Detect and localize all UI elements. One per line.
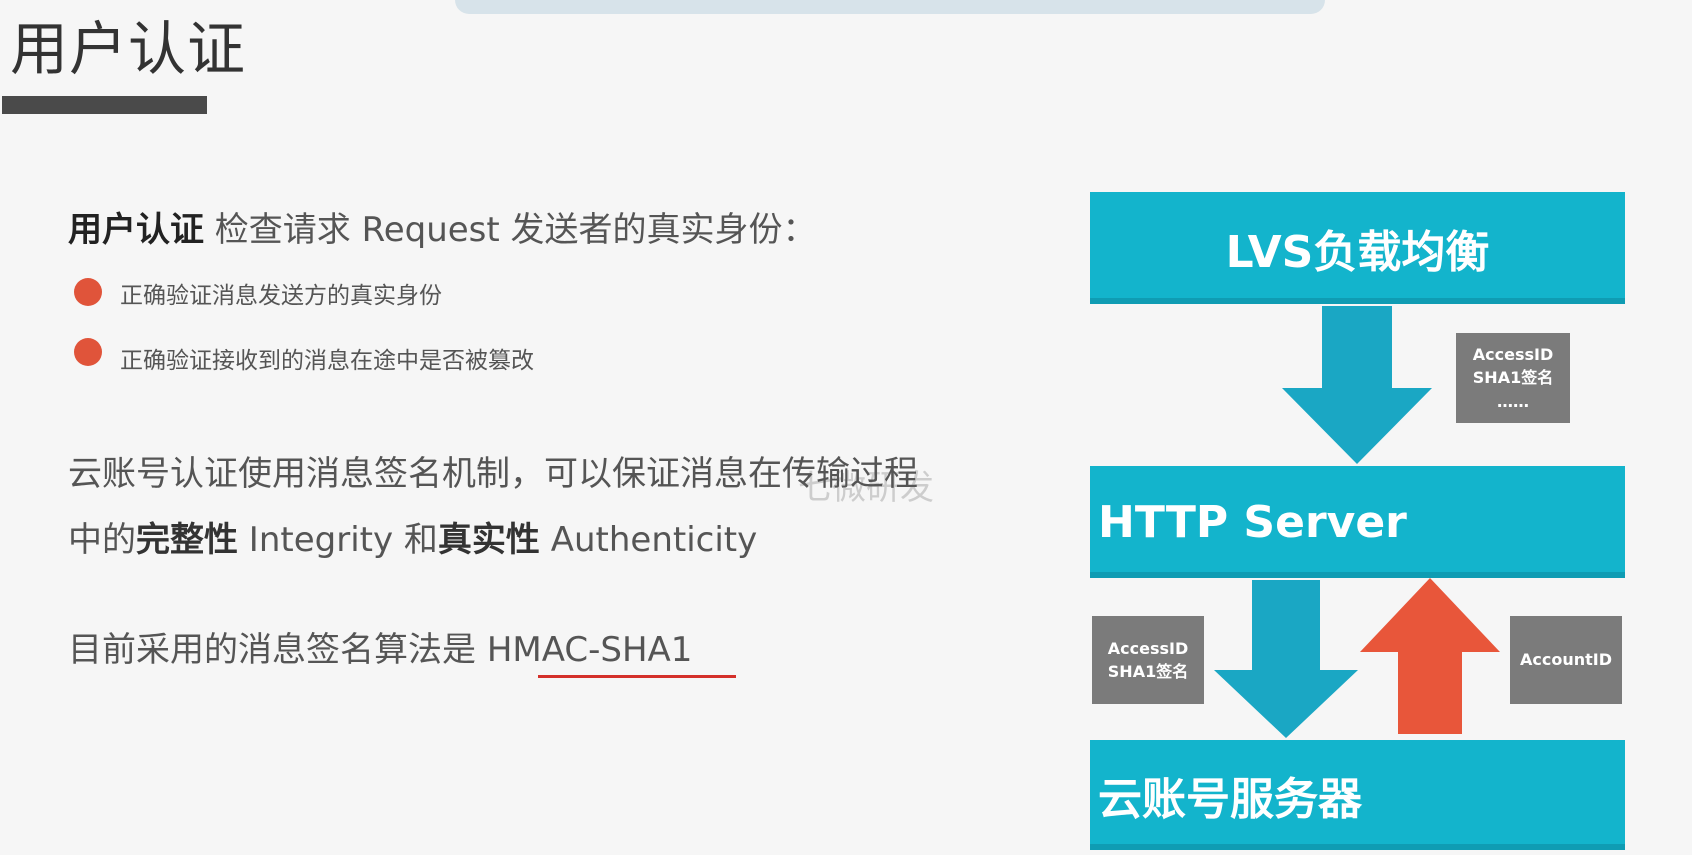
bullet-item-2: 正确验证接收到的消息在途中是否被篡改	[120, 348, 534, 374]
slide-title: 用户认证	[10, 15, 247, 83]
badge-line: AccountID	[1519, 650, 1612, 670]
bullet-dot-icon	[74, 338, 102, 366]
paragraph-text: 中的	[68, 520, 136, 560]
badge-line: AccessID	[1107, 638, 1189, 658]
bullet-item-1: 正确验证消息发送方的真实身份	[120, 283, 442, 309]
badge-line: ……	[1497, 391, 1529, 411]
title-underline-bar	[2, 96, 207, 114]
paragraph-text: Authenticity	[539, 520, 758, 560]
paragraph-line-2: 中的完整性 Integrity 和真实性 Authenticity	[68, 512, 757, 561]
cloud-account-server-block: 云账号服务器	[1090, 740, 1625, 850]
algorithm-name: HMAC-SHA1	[486, 630, 693, 670]
arrow-down-icon	[1282, 306, 1432, 464]
algorithm-line: 目前采用的消息签名算法是 HMAC-SHA1	[68, 622, 692, 671]
accessid-signature-badge: AccessID SHA1签名 ……	[1456, 333, 1570, 423]
accessid-signature-badge: AccessID SHA1签名	[1092, 616, 1204, 704]
term-integrity: 完整性	[136, 520, 238, 560]
algorithm-underline	[538, 675, 736, 678]
accountid-badge: AccountID	[1510, 616, 1622, 704]
intro-line: 用户认证 检查请求 Request 发送者的真实身份：	[68, 202, 817, 251]
arrow-down-icon	[1214, 580, 1358, 738]
top-decoration-strip	[455, 0, 1325, 14]
term-authenticity: 真实性	[437, 520, 540, 560]
intro-text: 检查请求 Request 发送者的真实身份：	[204, 210, 817, 250]
algorithm-prefix: 目前采用的消息签名算法是	[68, 630, 487, 670]
bullet-dot-icon	[74, 278, 102, 306]
paragraph-text: Integrity 和	[238, 520, 438, 560]
badge-line: SHA1签名	[1107, 662, 1189, 681]
intro-bold-term: 用户认证	[68, 210, 204, 250]
badge-line: AccessID	[1472, 345, 1554, 365]
http-server-block: HTTP Server	[1090, 466, 1625, 578]
paragraph-line-1: 云账号认证使用消息签名机制，可以保证消息在传输过程	[68, 454, 918, 494]
badge-line: SHA1签名	[1472, 368, 1554, 388]
arrow-up-icon	[1360, 578, 1500, 734]
lvs-load-balancer-block: LVS负载均衡	[1090, 192, 1625, 304]
